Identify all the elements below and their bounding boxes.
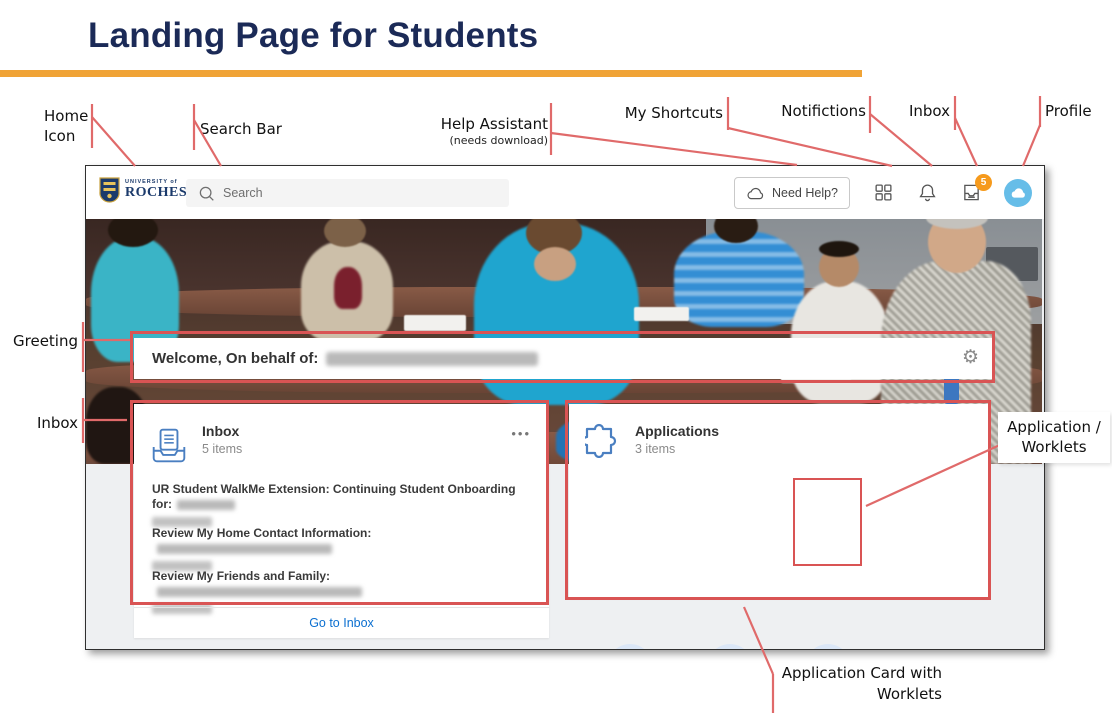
app-topbar: UNIVERSITY of ROCHESTER Search Need Help… [86,166,1044,219]
search-input[interactable]: Search [186,179,509,207]
annotation-help-assistant-text: Help Assistant [441,115,548,133]
annotation-inbox-top: Inbox [850,101,950,121]
need-help-button[interactable]: Need Help? [734,177,850,209]
worklet-finances[interactable]: Finances [783,644,873,650]
page: Landing Page for Students Home Icon Sear… [0,0,1112,720]
greeting-highlight-box [130,331,995,383]
need-help-label: Need Help? [772,186,838,200]
title-underline [0,70,862,77]
my-shortcuts-button[interactable] [872,182,894,204]
inbox-highlight-box [130,400,549,605]
cloud-icon [746,186,765,200]
annotation-greeting: Greeting [6,331,78,351]
worklet-academics[interactable]: Academics [585,644,675,650]
annotation-application-worklets: Application / Worklets [998,412,1110,463]
inbox-count-badge: 5 [975,174,992,191]
annotation-search-bar: Search Bar [200,119,310,139]
cloud-avatar-icon [1010,186,1027,199]
bell-icon [918,183,937,203]
go-to-inbox-link[interactable]: Go to Inbox [309,616,374,630]
worklet-favorites[interactable]: Favorites [685,644,775,650]
annotation-inbox-card: Inbox [6,413,78,433]
annotation-notifications: Notifictions [740,101,866,121]
search-icon [198,185,215,202]
annotation-home-icon: Home Icon [44,106,104,146]
annotation-help-assistant: Help Assistant (needs download) [420,114,548,148]
annotation-my-shortcuts: My Shortcuts [600,103,723,123]
annotation-profile: Profile [1045,101,1109,121]
annotation-application-card: Application Card with Worklets [778,663,942,705]
search-placeholder: Search [223,186,263,200]
inbox-button[interactable]: 5 [960,182,982,204]
annotation-help-assistant-note: (needs download) [420,134,548,148]
notifications-button[interactable] [916,182,938,204]
profile-button[interactable] [1004,179,1032,207]
finances-highlight-box [793,478,862,566]
grid-icon [875,184,892,201]
page-title: Landing Page for Students [88,16,538,56]
applications-highlight-box [565,400,991,600]
rochester-shield-icon [99,177,120,203]
